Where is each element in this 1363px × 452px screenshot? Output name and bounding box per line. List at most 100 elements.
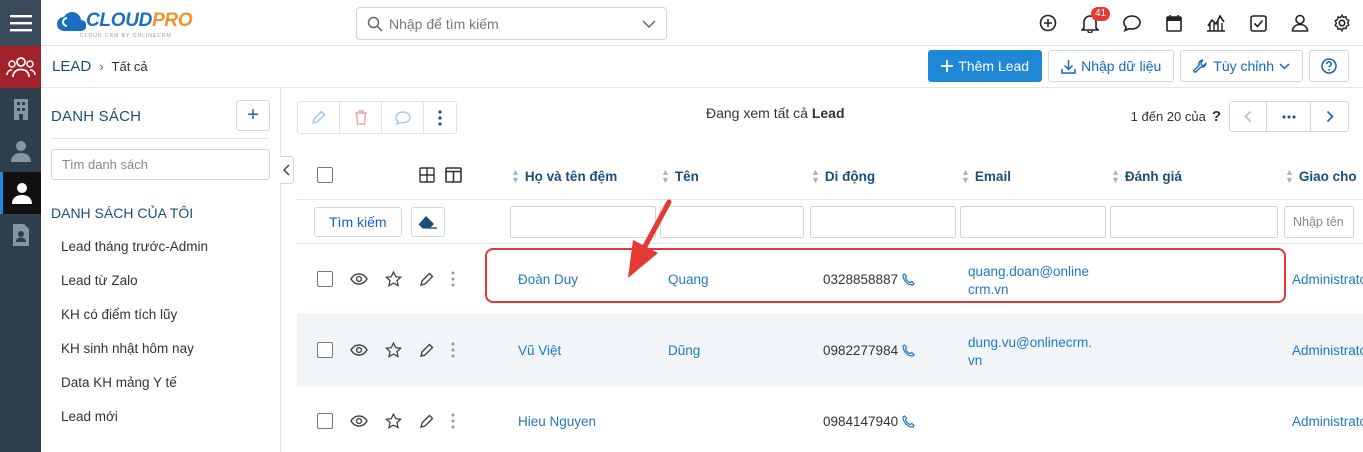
column-layout-icon[interactable]	[445, 167, 462, 183]
building-icon	[13, 99, 28, 120]
add-lead-button[interactable]: Thêm Lead	[928, 50, 1043, 82]
kebab-icon[interactable]	[451, 413, 455, 429]
star-icon[interactable]	[385, 271, 402, 287]
mass-edit-button[interactable]	[298, 102, 340, 133]
mass-comment-button[interactable]	[382, 102, 424, 133]
eraser-icon	[418, 216, 437, 229]
phone-icon[interactable]	[902, 344, 915, 357]
notifications-button[interactable]: 41	[1069, 0, 1111, 46]
filter-email-input[interactable]	[960, 206, 1106, 238]
eye-icon[interactable]	[350, 273, 368, 285]
page-jump-button[interactable]	[1267, 101, 1311, 132]
filter-rating-input[interactable]	[1110, 206, 1278, 238]
cell-last-name[interactable]: Hieu Nguyen	[518, 414, 596, 429]
star-icon[interactable]	[385, 342, 402, 358]
sidebar-item-list[interactable]: KH có điểm tích lũy	[61, 298, 208, 332]
total-count-help[interactable]: ?	[1212, 108, 1221, 125]
filter-mobile-input[interactable]	[810, 206, 956, 238]
quick-create-button[interactable]	[1027, 0, 1069, 46]
customize-button[interactable]: Tùy chỉnh	[1180, 50, 1303, 82]
app-logo[interactable]: CLOUDPRO CLOUD CRM BY ONLINECRM	[56, 9, 193, 39]
column-header-assigned[interactable]: ▲ ▼ Giao cho	[1285, 168, 1357, 185]
sidebar-item-list[interactable]: Lead tháng trước-Admin	[61, 230, 208, 264]
sidebar-item-list[interactable]: Lead từ Zalo	[61, 264, 208, 298]
kebab-icon[interactable]	[451, 271, 455, 287]
list-view: Đang xem tất cả Lead 1 đến 20 của ? ▲ ▼ Họ…	[282, 88, 1363, 452]
prev-page-button[interactable]	[1229, 101, 1267, 132]
grid-view-icon[interactable]	[419, 167, 435, 183]
top-header: CLOUDPRO CLOUD CRM BY ONLINECRM 41	[41, 0, 1363, 46]
cell-assigned[interactable]: Administrator	[1292, 414, 1363, 429]
rail-item-organizations[interactable]	[0, 88, 41, 130]
kebab-icon[interactable]	[451, 342, 455, 358]
row-checkbox[interactable]	[317, 342, 333, 358]
column-header-rating[interactable]: ▲ ▼ Đánh giá	[1111, 168, 1182, 185]
cell-last-name[interactable]: Vũ Việt	[518, 343, 561, 358]
global-search-input[interactable]	[389, 15, 642, 32]
cell-assigned[interactable]: Administrator	[1292, 343, 1363, 358]
sidebar-item-list[interactable]: Lead mới	[61, 400, 208, 434]
column-header-mobile[interactable]: ▲ ▼ Di động	[811, 168, 875, 185]
calendar-icon	[1166, 15, 1182, 32]
column-header-email[interactable]: ▲ ▼ Email	[961, 168, 1011, 185]
select-all-checkbox[interactable]	[317, 167, 333, 183]
reports-button[interactable]	[1195, 0, 1237, 46]
pencil-icon[interactable]	[419, 414, 434, 429]
chevron-down-icon[interactable]	[642, 19, 656, 29]
breadcrumb: LEAD › Tất cả	[52, 58, 148, 75]
rail-item-reports[interactable]	[0, 214, 41, 256]
sidebar-item-list[interactable]: KH sinh nhật hôm nay	[61, 332, 208, 366]
cell-first-name[interactable]: Quang	[668, 272, 709, 287]
cell-assigned[interactable]: Administrator	[1292, 272, 1363, 287]
row-checkbox[interactable]	[317, 413, 333, 429]
mass-delete-button[interactable]	[340, 102, 382, 133]
cell-first-name[interactable]: Dũng	[668, 343, 700, 358]
rail-item-contacts[interactable]	[0, 130, 41, 172]
eye-icon[interactable]	[350, 415, 368, 427]
column-header-last-name[interactable]: ▲ ▼ Họ và tên đệm	[511, 168, 617, 185]
eye-icon[interactable]	[350, 344, 368, 356]
calendar-button[interactable]	[1153, 0, 1195, 46]
import-button[interactable]: Nhập dữ liệu	[1048, 50, 1175, 82]
rail-item-lead[interactable]	[0, 172, 41, 214]
cell-email[interactable]: quang.doan@online crm.vn	[968, 263, 1089, 299]
filter-last-name-input[interactable]	[510, 206, 656, 238]
cell-email[interactable]: dung.vu@onlinecrm. vn	[968, 334, 1092, 370]
ellipsis-icon	[1282, 115, 1295, 118]
profile-button[interactable]	[1279, 0, 1321, 46]
column-header-first-name[interactable]: ▲ ▼ Tên	[661, 168, 699, 185]
star-icon[interactable]	[385, 413, 402, 429]
row-actions	[317, 342, 455, 358]
sidebar-item-list[interactable]: Data KH mảng Y tế	[61, 366, 208, 400]
list-search-input[interactable]	[51, 149, 270, 180]
module-header: LEAD › Tất cả Thêm Lead Nhập dữ liệu Tùy…	[41, 46, 1363, 88]
comment-icon	[394, 110, 411, 125]
global-search[interactable]	[356, 7, 667, 40]
tasks-button[interactable]	[1237, 0, 1279, 46]
table-row[interactable]: Đoàn Duy Quang 0328858887 quang.doan@onl…	[297, 244, 1363, 315]
more-actions-button[interactable]	[424, 102, 456, 133]
rail-item-leads[interactable]	[0, 46, 41, 88]
users-group-icon	[5, 57, 36, 78]
table-row[interactable]: Hieu Nguyen 0984147940 Administrator	[297, 386, 1363, 452]
add-list-button[interactable]: +	[236, 100, 270, 131]
filter-first-name-input[interactable]	[660, 206, 804, 238]
phone-icon[interactable]	[902, 415, 915, 428]
filter-assigned-input[interactable]	[1284, 206, 1354, 238]
phone-icon[interactable]	[902, 273, 915, 286]
pencil-icon[interactable]	[419, 343, 434, 358]
clear-filter-button[interactable]	[411, 207, 445, 237]
chat-button[interactable]	[1111, 0, 1153, 46]
help-button[interactable]	[1309, 50, 1349, 82]
pencil-icon[interactable]	[419, 272, 434, 287]
filter-search-button[interactable]: Tìm kiếm	[314, 207, 402, 237]
cell-last-name[interactable]: Đoàn Duy	[518, 272, 578, 287]
table-row[interactable]: Vũ Việt Dũng 0982277984 dung.vu@onlinecr…	[297, 315, 1363, 386]
row-checkbox[interactable]	[317, 271, 333, 287]
menu-button[interactable]	[0, 0, 41, 46]
chart-line-icon	[1207, 14, 1225, 32]
breadcrumb-module[interactable]: LEAD	[52, 58, 91, 75]
next-page-button[interactable]	[1311, 101, 1349, 132]
plus-icon: +	[247, 104, 259, 126]
settings-button[interactable]	[1321, 0, 1363, 46]
